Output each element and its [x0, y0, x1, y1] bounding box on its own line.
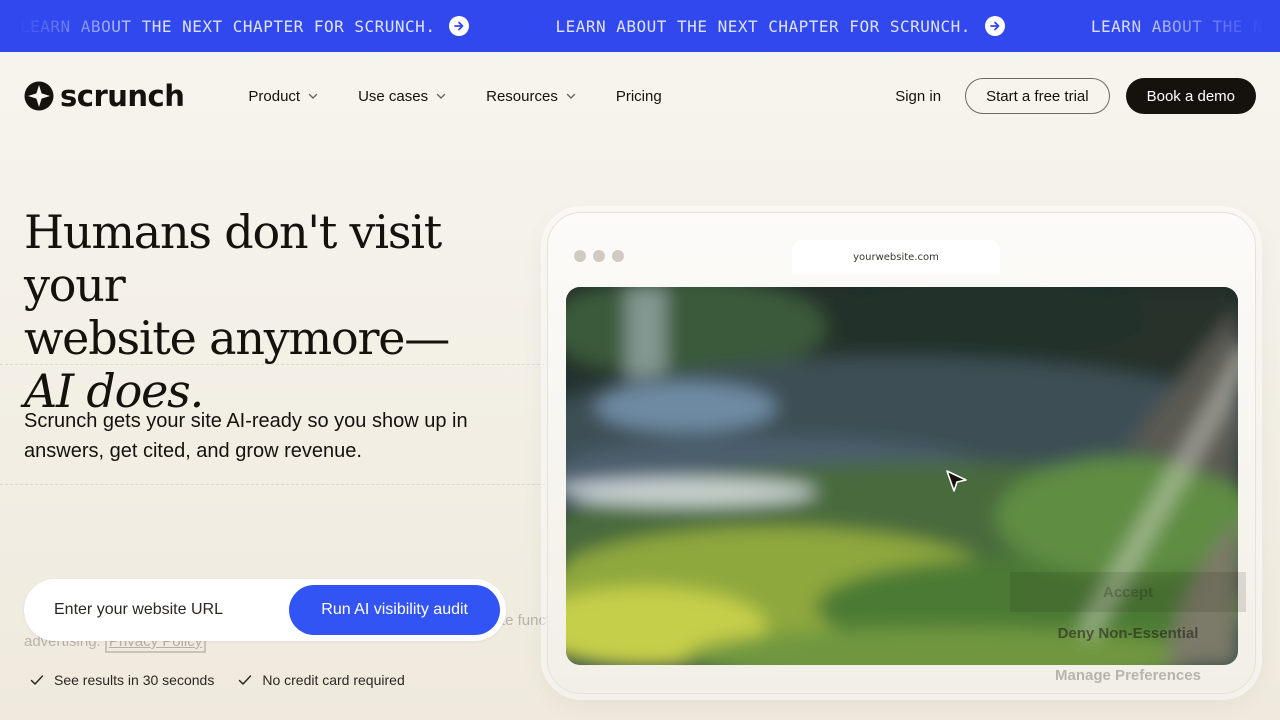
nav-item-resources[interactable]: Resources [486, 88, 576, 105]
run-audit-button[interactable]: Run AI visibility audit [289, 585, 500, 635]
window-dot [593, 250, 605, 262]
window-dot [612, 250, 624, 262]
hero-title: Humans don't visit your website anymore—… [24, 206, 544, 418]
perk-label: See results in 30 seconds [54, 672, 215, 688]
chevron-down-icon [566, 93, 576, 99]
nav-actions: Sign in Start a free trial Book a demo [895, 78, 1256, 114]
perks-list: See results in 30 seconds No credit card… [30, 672, 429, 688]
banner-link[interactable]: LEARN ABOUT THE NEXT CHAPTER FOR SCRUNCH… [1091, 16, 1280, 36]
banner-marquee: LEARN ABOUT THE NEXT CHAPTER FOR SCRUNCH… [20, 0, 1280, 52]
book-demo-button[interactable]: Book a demo [1125, 78, 1256, 114]
banner-message: LEARN ABOUT THE NEXT CHAPTER FOR SCRUNCH… [555, 16, 971, 36]
nav-item-label: Resources [486, 87, 558, 105]
announcement-banner: LEARN ABOUT THE NEXT CHAPTER FOR SCRUNCH… [0, 0, 1280, 52]
website-url-input[interactable] [54, 601, 290, 619]
nav-menu: Product Use cases Resources Pricing [248, 88, 701, 105]
url-audit-form: Run AI visibility audit [24, 579, 506, 641]
chevron-down-icon [436, 93, 446, 99]
hero-subtitle: Scrunch gets your site AI-ready so you s… [24, 410, 468, 462]
start-free-trial-button[interactable]: Start a free trial [965, 78, 1110, 114]
nav-item-use-cases[interactable]: Use cases [358, 88, 446, 105]
nav-item-label: Use cases [358, 87, 429, 105]
cookie-accept-button[interactable]: Accept [1010, 572, 1246, 612]
banner-link[interactable]: LEARN ABOUT THE NEXT CHAPTER FOR SCRUNCH… [555, 16, 1005, 36]
cookie-manage-button[interactable]: Manage Preferences [1010, 658, 1246, 692]
cookie-deny-button[interactable]: Deny Non-Essential [1010, 616, 1246, 650]
hero-title-line: Humans don't visit your [24, 205, 442, 312]
perk-label: No credit card required [262, 672, 405, 688]
banner-message: LEARN ABOUT THE NEXT CHAPTER FOR SCRUNCH… [20, 16, 436, 36]
sign-in-link[interactable]: Sign in [895, 88, 941, 105]
logo[interactable]: scrunch [24, 79, 185, 113]
nav-item-label: Pricing [615, 87, 662, 105]
check-icon [30, 675, 44, 685]
guide-line [0, 484, 560, 485]
nav-item-label: Product [248, 87, 301, 105]
logo-text: scrunch [60, 79, 185, 113]
arrow-right-icon [449, 16, 470, 36]
address-bar: yourwebsite.com [792, 240, 1000, 274]
banner-link[interactable]: LEARN ABOUT THE NEXT CHAPTER FOR SCRUNCH… [20, 16, 470, 36]
scrunch-logo-icon [24, 81, 54, 111]
perk-item: No credit card required [238, 672, 405, 688]
check-icon [239, 675, 252, 685]
window-dot [574, 250, 586, 262]
cursor-icon [946, 470, 967, 492]
main-nav: scrunch Product Use cases Resources Pric… [0, 52, 1280, 140]
hero-title-line: website anymore— [24, 311, 450, 365]
nav-item-product[interactable]: Product [248, 88, 318, 105]
nav-item-pricing[interactable]: Pricing [616, 88, 662, 105]
arrow-right-icon [984, 16, 1005, 36]
banner-message: LEARN ABOUT THE NEXT CHAPTER FOR SCRUNCH… [1090, 16, 1280, 36]
window-dots [574, 250, 631, 262]
perk-item: See results in 30 seconds [30, 672, 214, 688]
chevron-down-icon [308, 93, 318, 99]
